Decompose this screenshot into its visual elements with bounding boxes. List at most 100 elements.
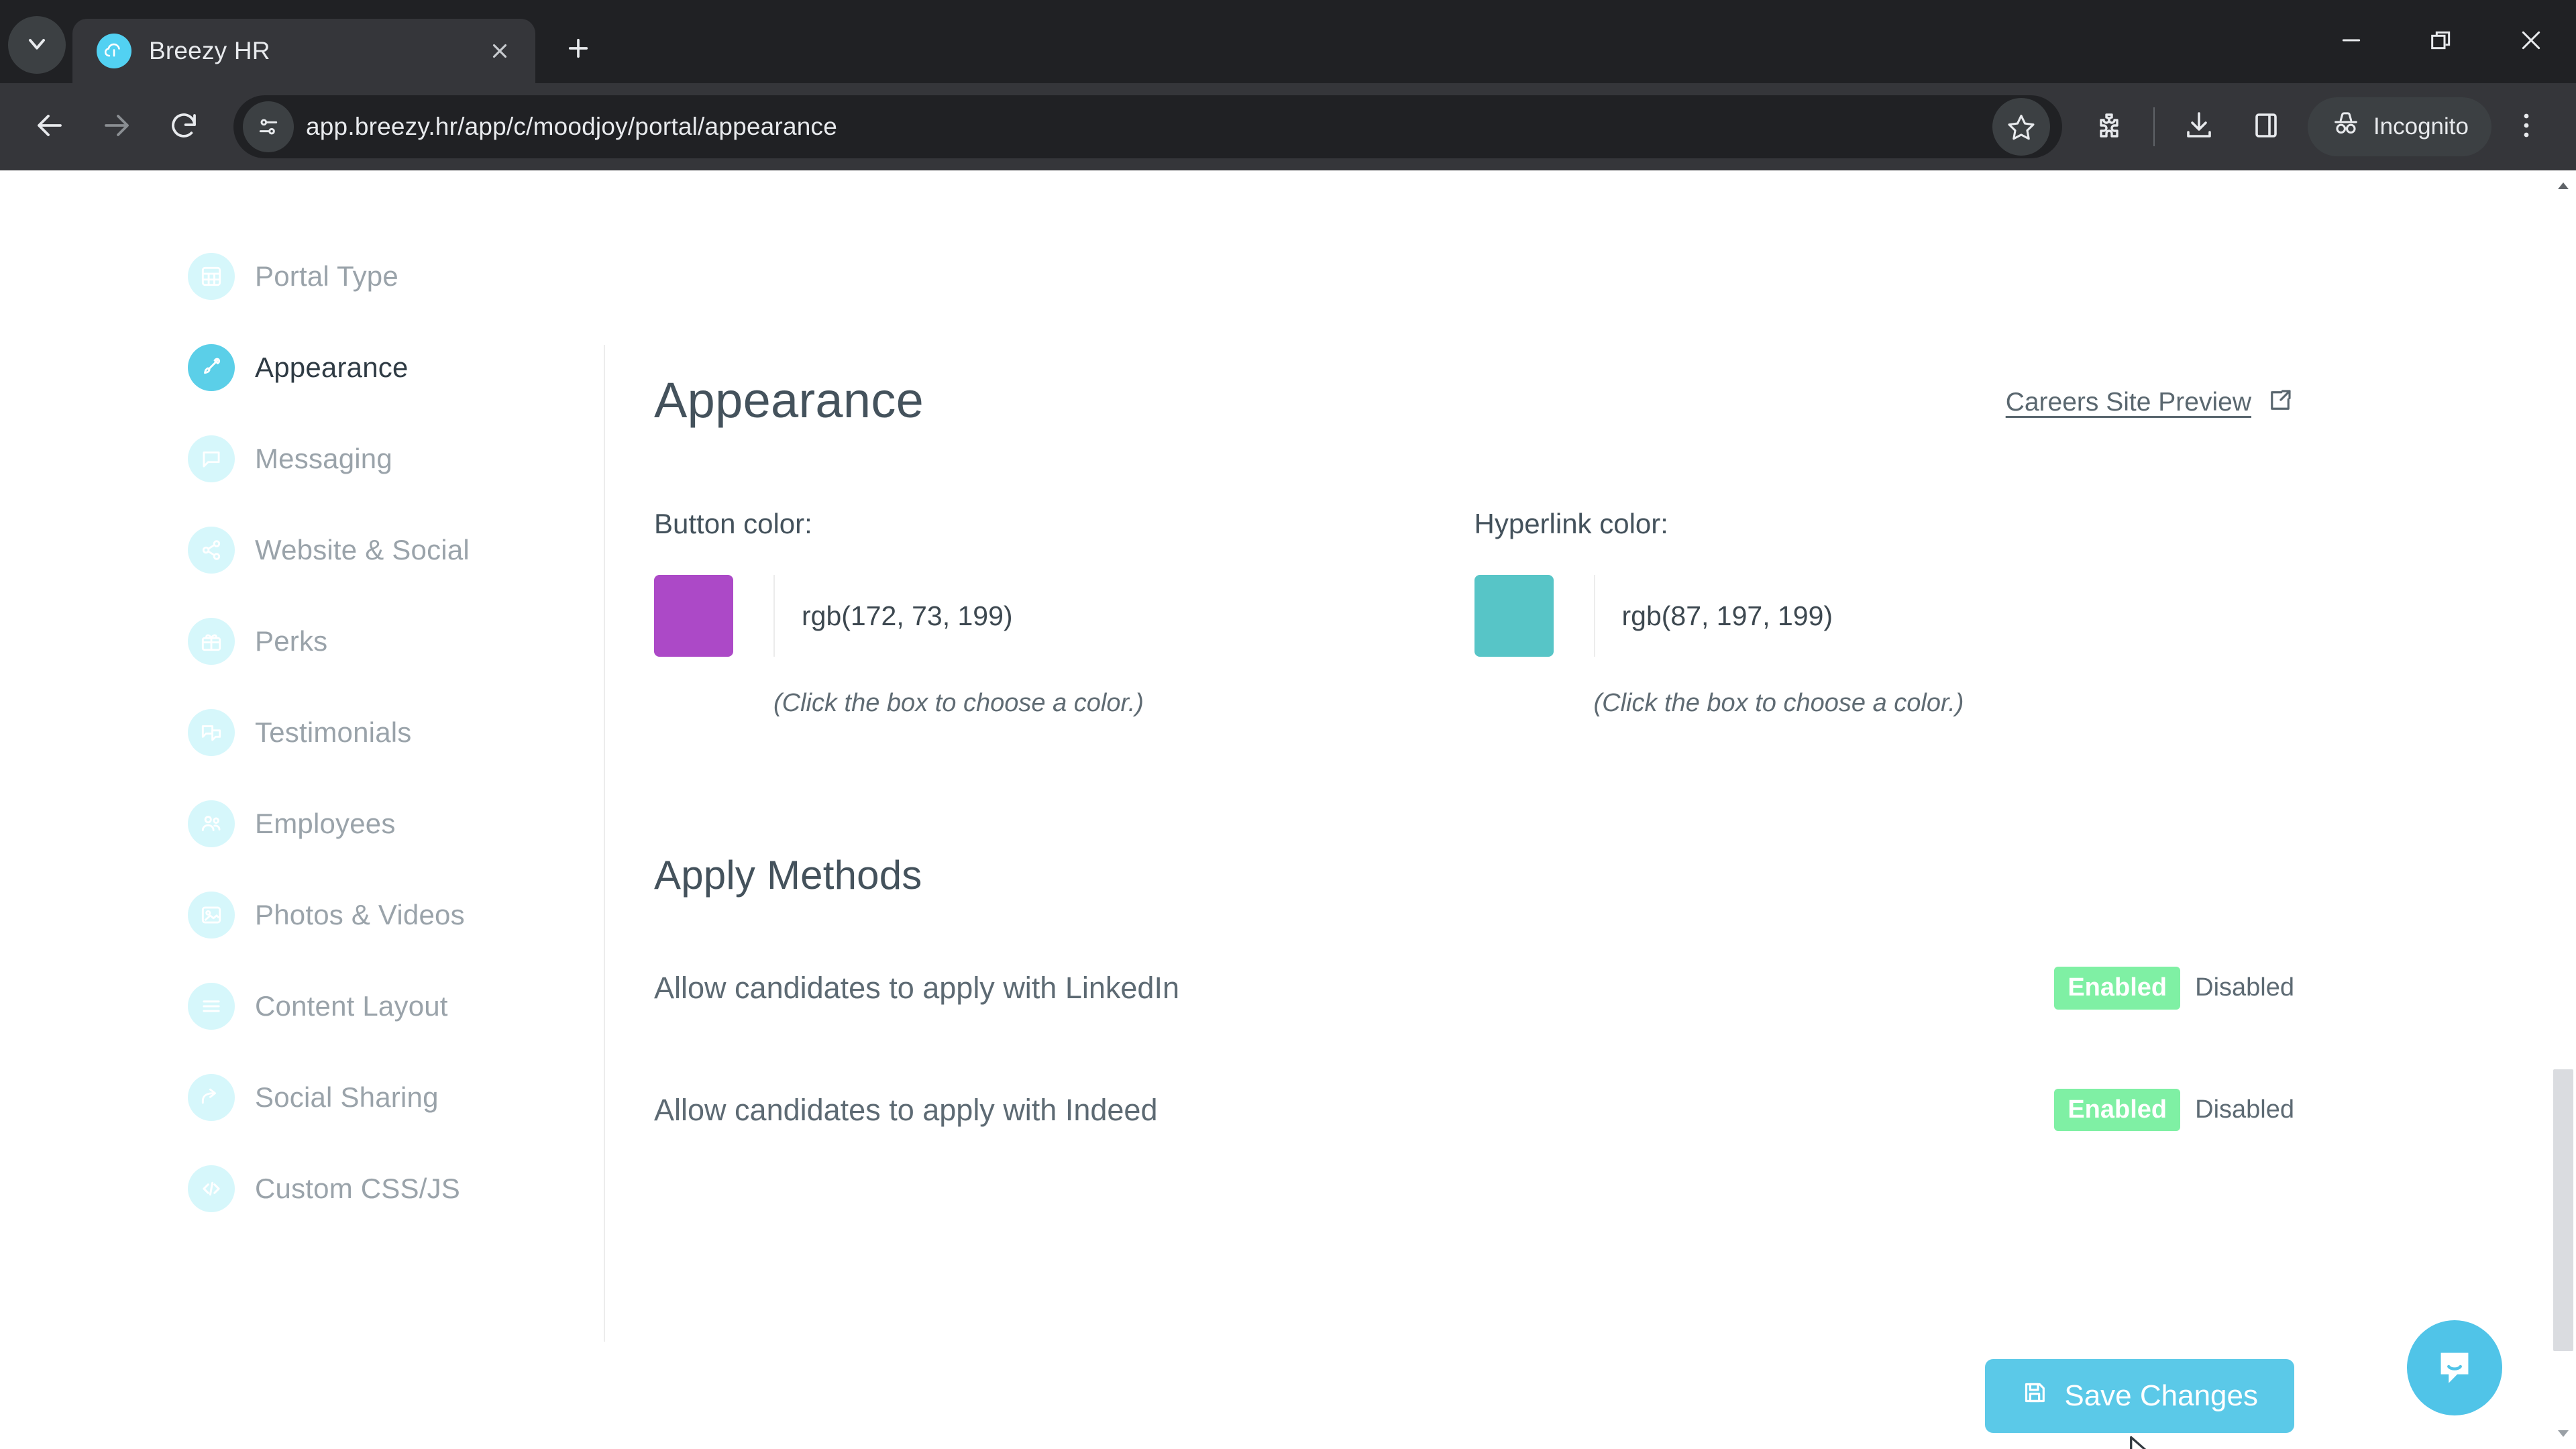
chevron-down-icon bbox=[23, 30, 50, 60]
chat-smile-icon bbox=[2431, 1343, 2478, 1393]
save-row: Save Changes bbox=[654, 1359, 2294, 1434]
new-tab-button[interactable] bbox=[551, 23, 605, 76]
portal-settings-sidebar: Portal Type Appearance Messaging Website… bbox=[188, 231, 604, 1234]
indeed-disabled-option[interactable]: Disabled bbox=[2180, 1089, 2294, 1132]
sidebar-item-website-social[interactable]: Website & Social bbox=[188, 504, 604, 596]
hyperlink-color-swatch[interactable] bbox=[1474, 575, 1554, 657]
sidebar-item-testimonials[interactable]: Testimonials bbox=[188, 687, 604, 778]
people-icon bbox=[188, 800, 235, 847]
sidebar-item-label: Website & Social bbox=[255, 534, 470, 566]
floppy-disk-save-icon bbox=[2021, 1379, 2048, 1413]
color-settings-row: Button color: rgb(172, 73, 199) (Click t… bbox=[654, 508, 2294, 718]
swatch-gap bbox=[733, 575, 773, 657]
paintbrush-icon bbox=[188, 344, 235, 391]
share-icon bbox=[188, 527, 235, 574]
download-icon bbox=[2183, 109, 2215, 145]
close-icon[interactable] bbox=[480, 32, 519, 70]
sidebar-item-label: Employees bbox=[255, 808, 396, 839]
page-scrollbar[interactable] bbox=[2551, 170, 2576, 1449]
sidebar-item-label: Portal Type bbox=[255, 260, 398, 292]
appearance-settings-panel: Appearance Careers Site Preview Button c… bbox=[654, 372, 2294, 1434]
scrollbar-thumb[interactable] bbox=[2553, 1069, 2573, 1351]
browser-tab[interactable]: Breezy HR bbox=[72, 19, 535, 83]
tune-settings-icon[interactable] bbox=[243, 101, 294, 152]
plus-icon bbox=[564, 34, 592, 66]
media-icon bbox=[188, 892, 235, 938]
reload-icon bbox=[168, 109, 200, 145]
side-panel-button[interactable] bbox=[2234, 95, 2298, 159]
forward-button[interactable] bbox=[85, 95, 149, 159]
button-color-value-wrap[interactable]: rgb(172, 73, 199) bbox=[773, 575, 1474, 657]
sidebar-item-label: Custom CSS/JS bbox=[255, 1173, 461, 1204]
indeed-enabled-option[interactable]: Enabled bbox=[2054, 1088, 2181, 1132]
careers-site-preview-link[interactable]: Careers Site Preview bbox=[2006, 386, 2294, 418]
apply-method-row-linkedin: Allow candidates to apply with LinkedIn … bbox=[654, 967, 2294, 1010]
lines-icon bbox=[188, 983, 235, 1030]
hyperlink-color-label: Hyperlink color: bbox=[1474, 508, 1668, 539]
hyperlink-color-value-wrap[interactable]: rgb(87, 197, 199) bbox=[1593, 575, 2295, 657]
page-viewport: Portal Type Appearance Messaging Website… bbox=[0, 170, 2576, 1449]
code-icon bbox=[188, 1165, 235, 1212]
three-dot-menu-icon bbox=[2510, 109, 2542, 145]
button-color-setting: Button color: rgb(172, 73, 199) (Click t… bbox=[654, 508, 1474, 718]
restore-icon bbox=[2428, 27, 2455, 57]
external-link-icon bbox=[2266, 386, 2294, 418]
url-text: app.breezy.hr/app/c/moodjoy/portal/appea… bbox=[306, 113, 837, 140]
minimize-button[interactable] bbox=[2306, 0, 2396, 83]
sidebar-item-messaging[interactable]: Messaging bbox=[188, 413, 604, 504]
tab-strip: Breezy HR bbox=[0, 0, 2576, 83]
sidebar-item-photos-videos[interactable]: Photos & Videos bbox=[188, 869, 604, 961]
scroll-up-arrow-icon[interactable] bbox=[2551, 173, 2576, 199]
sidebar-item-label: Messaging bbox=[255, 443, 392, 474]
sidebar-item-employees[interactable]: Employees bbox=[188, 778, 604, 869]
sidebar-item-perks[interactable]: Perks bbox=[188, 596, 604, 687]
extensions-button[interactable] bbox=[2077, 95, 2141, 159]
content-divider bbox=[604, 345, 605, 1342]
close-window-button[interactable] bbox=[2486, 0, 2576, 83]
swatch-gap bbox=[1554, 575, 1594, 657]
careers-site-preview-label: Careers Site Preview bbox=[2005, 387, 2251, 417]
linkedin-disabled-option[interactable]: Disabled bbox=[2180, 967, 2294, 1010]
browser-window: Breezy HR app.breezy.hr/app/c/moodjoy/po… bbox=[0, 0, 2576, 1449]
browser-menu-button[interactable] bbox=[2494, 95, 2559, 159]
sidebar-item-content-layout[interactable]: Content Layout bbox=[188, 961, 604, 1052]
address-bar[interactable]: app.breezy.hr/app/c/moodjoy/portal/appea… bbox=[233, 95, 2062, 158]
sidebar-item-label: Testimonials bbox=[255, 716, 412, 748]
browser-toolbar: app.breezy.hr/app/c/moodjoy/portal/appea… bbox=[0, 83, 2576, 170]
downloads-button[interactable] bbox=[2167, 95, 2231, 159]
sidebar-item-label: Photos & Videos bbox=[255, 899, 465, 930]
button-color-swatch[interactable] bbox=[654, 575, 733, 657]
star-icon[interactable] bbox=[1992, 98, 2050, 156]
scroll-down-arrow-icon[interactable] bbox=[2551, 1421, 2576, 1446]
back-button[interactable] bbox=[17, 95, 82, 159]
linkedin-enabled-option[interactable]: Enabled bbox=[2054, 967, 2181, 1010]
linkedin-toggle-group[interactable]: Enabled Disabled bbox=[2054, 967, 2294, 1010]
sidebar-item-social-sharing[interactable]: Social Sharing bbox=[188, 1052, 604, 1143]
intercom-chat-launcher[interactable] bbox=[2407, 1320, 2502, 1415]
puzzle-piece-icon bbox=[2093, 109, 2125, 145]
save-changes-label: Save Changes bbox=[2064, 1379, 2258, 1413]
breezy-cloud-icon bbox=[97, 34, 131, 68]
save-changes-button[interactable]: Save Changes bbox=[1985, 1359, 2294, 1434]
hyperlink-color-hint: (Click the box to choose a color.) bbox=[1593, 689, 1964, 717]
chat-bubble-icon bbox=[188, 435, 235, 482]
panel-header: Appearance Careers Site Preview bbox=[654, 372, 2294, 429]
mouse-cursor bbox=[2128, 1435, 2163, 1449]
window-controls bbox=[2306, 0, 2576, 83]
toolbar-divider bbox=[2153, 107, 2155, 146]
apply-method-row-indeed: Allow candidates to apply with Indeed En… bbox=[654, 1088, 2294, 1132]
sidebar-item-custom-css-js[interactable]: Custom CSS/JS bbox=[188, 1143, 604, 1234]
incognito-indicator[interactable]: Incognito bbox=[2307, 97, 2491, 156]
tab-search-button[interactable] bbox=[8, 16, 66, 74]
hyperlink-color-setting: Hyperlink color: rgb(87, 197, 199) (Clic… bbox=[1474, 508, 2295, 718]
sidebar-item-appearance[interactable]: Appearance bbox=[188, 322, 604, 413]
apply-methods-title: Apply Methods bbox=[654, 853, 922, 898]
sidebar-item-portal-type[interactable]: Portal Type bbox=[188, 231, 604, 322]
restore-button[interactable] bbox=[2396, 0, 2486, 83]
sidebar-item-label: Content Layout bbox=[255, 990, 448, 1022]
incognito-hat-icon bbox=[2330, 109, 2361, 146]
indeed-toggle-group[interactable]: Enabled Disabled bbox=[2054, 1088, 2294, 1132]
hyperlink-color-value: rgb(87, 197, 199) bbox=[1621, 600, 1833, 631]
reload-button[interactable] bbox=[152, 95, 216, 159]
gift-icon bbox=[188, 618, 235, 665]
